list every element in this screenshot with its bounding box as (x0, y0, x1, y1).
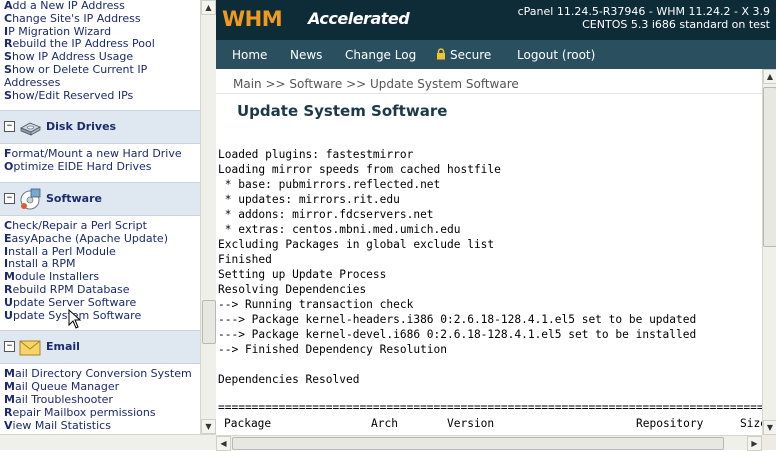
whm-logo-subtitle: Accelerated (308, 9, 410, 28)
links-ip-group: Add a New IP Address Change Site's IP Ad… (0, 0, 200, 102)
nav-secure[interactable]: Secure (436, 48, 491, 62)
links-email-group: Mail Directory Conversion System Mail Qu… (0, 367, 200, 433)
envelope-icon (18, 335, 42, 359)
section-disk-drives[interactable]: − Disk Drives (0, 110, 200, 145)
column-header-package: Package (224, 417, 272, 430)
scroll-down-icon[interactable]: ▼ (201, 419, 216, 434)
sidebar-link-update-system-software[interactable]: Update System Software (0, 309, 200, 323)
section-software[interactable]: − Software (0, 181, 200, 216)
nav-news[interactable]: News (290, 48, 322, 62)
package-table-header: Package Arch Version Repository Size (216, 415, 767, 435)
update-console-output: Loaded plugins: fastestmirror Loading mi… (218, 148, 697, 386)
breadcrumb: Main >> Software >> Update System Softwa… (233, 77, 519, 91)
collapse-toggle-icon[interactable]: − (4, 192, 15, 204)
column-header-arch: Arch (371, 417, 398, 430)
lock-icon (437, 48, 445, 60)
scrollbar-thumb[interactable] (202, 300, 216, 344)
left-vertical-scrollbar[interactable]: ▲ ▼ (200, 0, 217, 434)
scroll-right-icon[interactable]: ▶ (747, 436, 762, 451)
nav-logout[interactable]: Logout (root) (517, 48, 595, 62)
server-info: CENTOS 5.3 i686 standard on test (582, 18, 770, 31)
version-info: cPanel 11.24.5-R37946 - WHM 11.24.2 - X … (517, 5, 770, 18)
content-horizontal-scrollbar[interactable]: ◀ ▶ (216, 435, 762, 451)
sidebar-link-reserved-ips[interactable]: Show/Edit Reserved IPs (0, 89, 200, 103)
left-frame: Add a New IP Address Change Site's IP Ad… (0, 0, 217, 450)
section-title: Email (46, 340, 80, 354)
left-horizontal-scrollbar[interactable] (0, 434, 216, 450)
collapse-toggle-icon[interactable]: − (4, 121, 15, 133)
content-area: Main >> Software >> Update System Softwa… (216, 69, 762, 415)
breadcrumb-divider (216, 93, 762, 94)
nav-home[interactable]: Home (232, 48, 267, 62)
right-frame: WHM Accelerated cPanel 11.24.5-R37946 - … (216, 0, 776, 451)
top-nav-bar: Home News Change Log Secure Logout (root… (216, 40, 776, 69)
nav-change-log[interactable]: Change Log (345, 48, 416, 62)
sidebar-link-mail-statistics[interactable]: View Mail Statistics (0, 419, 200, 433)
sidebar-link-show-delete-ip[interactable]: Show or Delete Current IP Addresses (0, 63, 194, 90)
column-header-version: Version (447, 417, 495, 430)
table-separator: ========================================… (218, 401, 762, 414)
software-package-icon (18, 187, 42, 211)
scrollbar-thumb[interactable] (763, 87, 776, 247)
content-vertical-scrollbar[interactable]: ▲ ▼ (762, 69, 776, 435)
nav-secure-label: Secure (450, 48, 492, 62)
scroll-up-icon[interactable]: ▲ (763, 69, 776, 84)
scroll-down-icon[interactable]: ▼ (763, 420, 776, 435)
links-disk-group: Format/Mount a new Hard Drive Optimize E… (0, 147, 200, 174)
page-title: Update System Software (237, 102, 448, 120)
sidebar-link-optimize-eide[interactable]: Optimize EIDE Hard Drives (0, 160, 200, 174)
scroll-left-icon[interactable]: ◀ (216, 436, 231, 451)
scrollbar-corner (762, 435, 776, 450)
section-email[interactable]: − Email (0, 330, 200, 365)
links-software-group: Check/Repair a Perl Script EasyApache (A… (0, 219, 200, 323)
column-header-repository: Repository (636, 417, 704, 430)
collapse-toggle-icon[interactable]: − (4, 341, 15, 353)
scroll-up-icon[interactable]: ▲ (201, 0, 216, 15)
whm-logo: WHM (222, 7, 283, 31)
section-title: Disk Drives (46, 120, 117, 134)
whm-header: WHM Accelerated cPanel 11.24.5-R37946 - … (216, 0, 776, 40)
mouse-cursor-icon (68, 308, 82, 333)
sidebar-menu: Add a New IP Address Change Site's IP Ad… (0, 0, 200, 434)
disk-drive-icon (18, 115, 42, 139)
scrollbar-thumb[interactable] (232, 437, 724, 450)
section-title: Software (46, 191, 102, 205)
